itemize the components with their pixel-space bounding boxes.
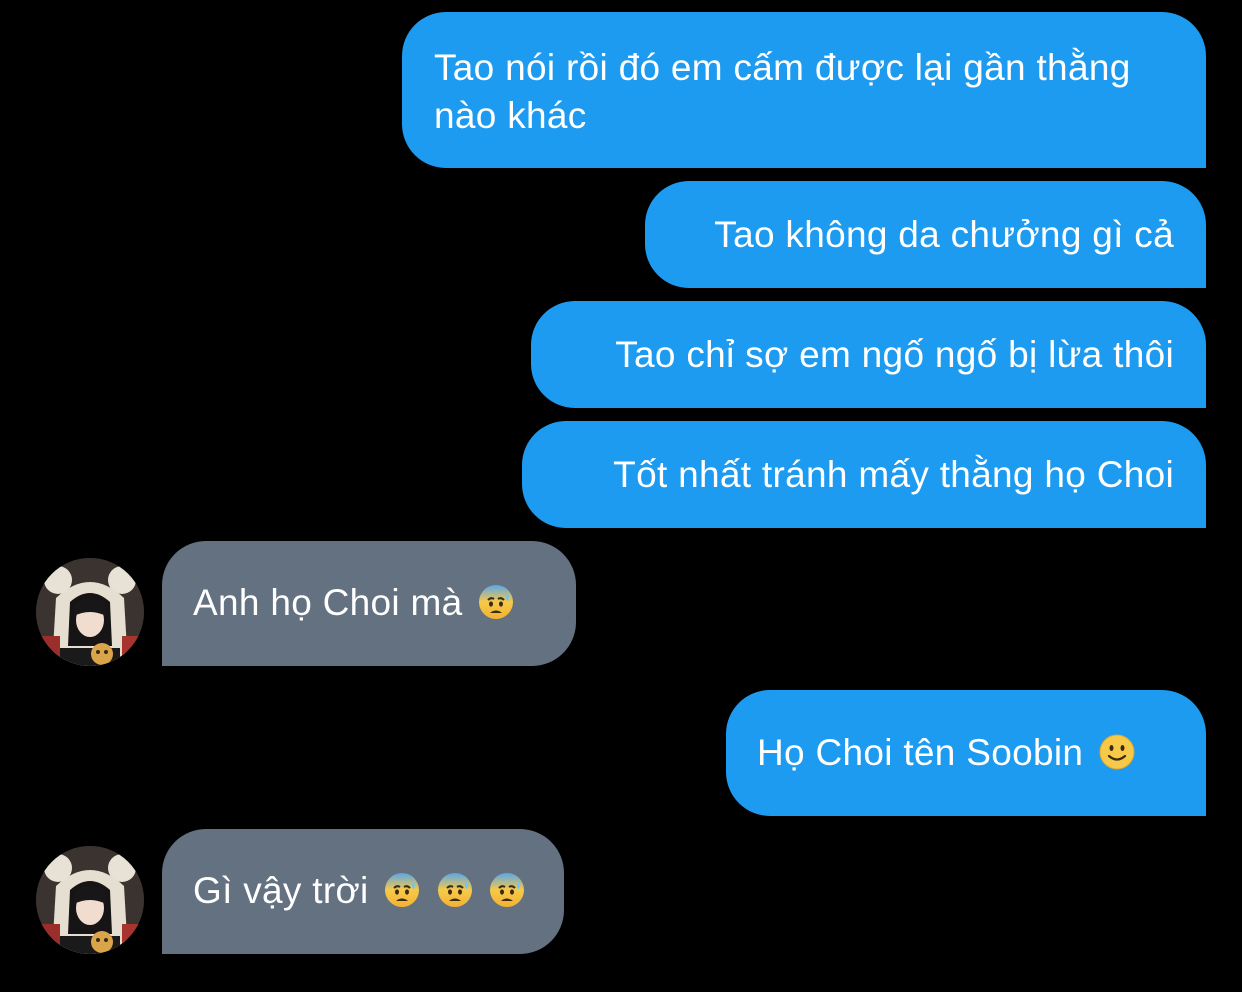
contact-avatar[interactable] bbox=[36, 846, 144, 954]
received-message-bubble[interactable]: Anh họ Choi mà bbox=[162, 541, 576, 666]
contact-avatar[interactable] bbox=[36, 558, 144, 666]
anxious-sweat-face-icon bbox=[436, 871, 474, 909]
message-text: Tốt nhất tránh mấy thằng họ Choi bbox=[613, 454, 1174, 495]
received-message-bubble[interactable]: Gì vậy trời bbox=[162, 829, 564, 954]
message-text: Họ Choi tên Soobin bbox=[757, 732, 1084, 773]
sent-message-bubble[interactable]: Tao chỉ sợ em ngố ngố bị lừa thôi bbox=[531, 301, 1206, 408]
sent-message-bubble[interactable]: Họ Choi tên Soobin bbox=[726, 690, 1206, 816]
message-text: Gì vậy trời bbox=[193, 870, 369, 911]
avatar-photo-icon bbox=[36, 846, 144, 954]
message-text: Anh họ Choi mà bbox=[193, 582, 463, 623]
anxious-sweat-face-icon bbox=[488, 871, 526, 909]
avatar-photo-icon bbox=[36, 558, 144, 666]
anxious-sweat-face-icon bbox=[383, 871, 421, 909]
message-text: Tao chỉ sợ em ngố ngố bị lừa thôi bbox=[615, 334, 1174, 375]
sent-message-bubble[interactable]: Tao nói rồi đó em cấm được lại gần thằng… bbox=[402, 12, 1206, 168]
slightly-smiling-face-icon bbox=[1098, 733, 1136, 771]
message-text: Tao nói rồi đó em cấm được lại gần thằng… bbox=[434, 47, 1131, 136]
anxious-sweat-face-icon bbox=[477, 583, 515, 621]
sent-message-bubble[interactable]: Tao không da chưởng gì cả bbox=[645, 181, 1206, 288]
message-text: Tao không da chưởng gì cả bbox=[714, 214, 1174, 255]
sent-message-bubble[interactable]: Tốt nhất tránh mấy thằng họ Choi bbox=[522, 421, 1206, 528]
